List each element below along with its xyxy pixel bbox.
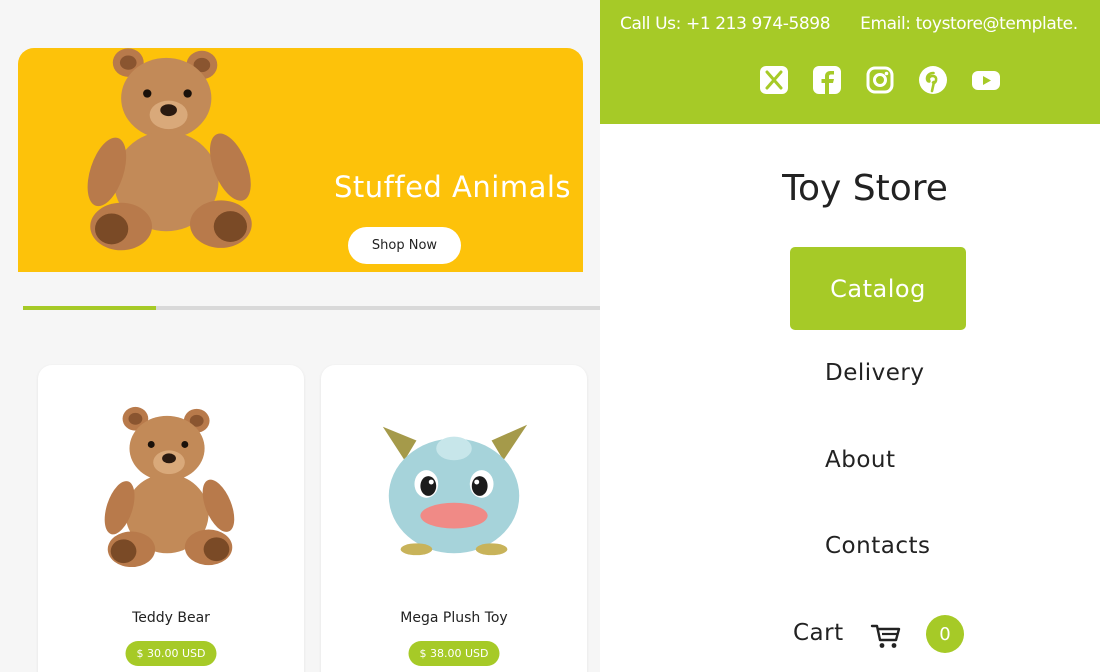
cart-count-badge: 0 bbox=[926, 615, 964, 653]
brand-logo[interactable]: Toy Store bbox=[600, 168, 1100, 209]
phone-text[interactable]: Call Us: +1 213 974-5898 bbox=[620, 14, 831, 34]
product-card[interactable]: Teddy Bear $ 30.00 USD bbox=[38, 365, 304, 672]
teddy-bear-image bbox=[87, 48, 252, 251]
product-name[interactable]: Mega Plush Toy bbox=[321, 610, 587, 626]
banner-title: Stuffed Animals bbox=[334, 170, 572, 204]
plush-monster-image bbox=[382, 424, 528, 556]
social-links bbox=[758, 64, 1002, 96]
teddy-bear-image bbox=[104, 406, 235, 568]
youtube-icon[interactable] bbox=[970, 64, 1002, 96]
nav-item-contacts[interactable]: Contacts bbox=[825, 533, 930, 559]
contact-info: Call Us: +1 213 974-5898 Email: toystore@… bbox=[620, 14, 1078, 34]
shop-now-button[interactable]: Shop Now bbox=[348, 227, 461, 264]
hero-banner: Stuffed Animals Shop Now bbox=[18, 48, 583, 272]
contact-bar: Call Us: +1 213 974-5898 Email: toystore@… bbox=[600, 0, 1100, 124]
product-name[interactable]: Teddy Bear bbox=[38, 610, 304, 626]
instagram-icon[interactable] bbox=[864, 64, 896, 96]
slider-progress-fill bbox=[23, 306, 156, 310]
price-badge: $ 30.00 USD bbox=[125, 641, 217, 666]
x-icon[interactable] bbox=[758, 64, 790, 96]
mobile-menu-panel: Call Us: +1 213 974-5898 Email: toystore@… bbox=[600, 0, 1100, 672]
email-text[interactable]: Email: toystore@template. bbox=[860, 14, 1078, 34]
nav-item-about[interactable]: About bbox=[825, 447, 896, 473]
nav-item-delivery[interactable]: Delivery bbox=[825, 360, 924, 386]
nav-item-catalog[interactable]: Catalog bbox=[790, 247, 966, 330]
nav-item-cart[interactable]: Cart bbox=[793, 620, 844, 646]
facebook-icon[interactable] bbox=[811, 64, 843, 96]
storefront-preview: Stuffed Animals Shop Now Teddy Bear $ 30… bbox=[0, 0, 600, 672]
price-badge: $ 38.00 USD bbox=[408, 641, 500, 666]
pinterest-icon[interactable] bbox=[917, 64, 949, 96]
product-card[interactable]: Mega Plush Toy $ 38.00 USD bbox=[321, 365, 587, 672]
cart-icon[interactable] bbox=[870, 622, 902, 650]
slider-progress-track bbox=[23, 306, 600, 310]
